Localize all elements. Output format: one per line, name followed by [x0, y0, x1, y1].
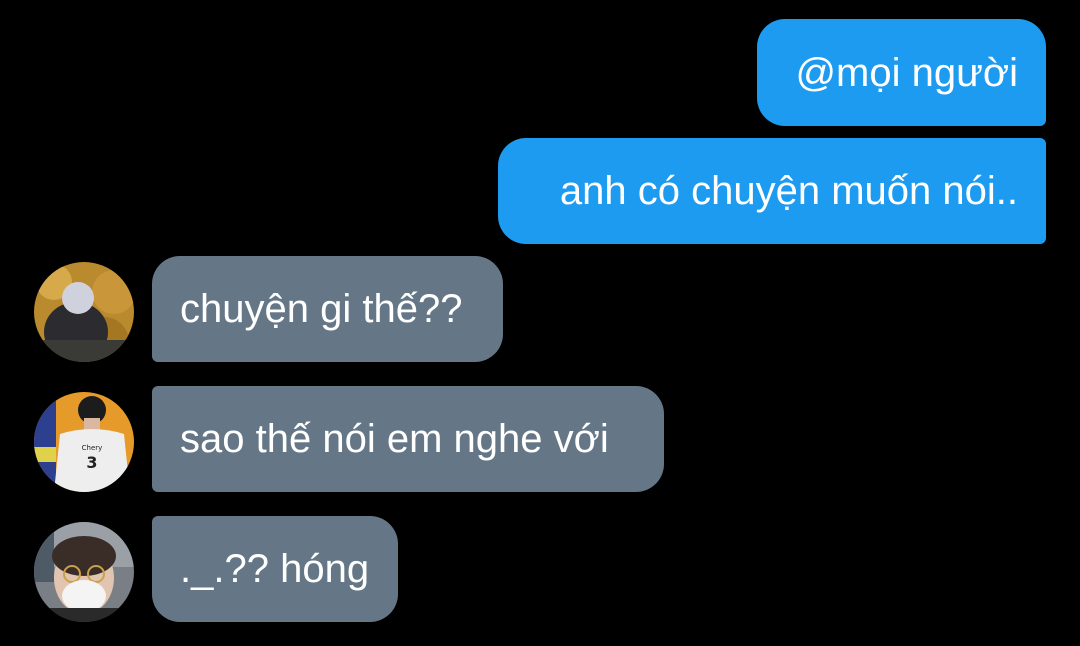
message-bubble-incoming[interactable]: ._.?? hóng: [152, 516, 398, 622]
message-text: anh có chuyện muốn nói..: [559, 169, 1018, 213]
avatar-jersey-back-icon: Chery 3: [34, 392, 134, 492]
message-text: sao thế nói em nghe với: [180, 417, 609, 461]
message-text: @mọi người: [795, 50, 1018, 95]
message-bubble-outgoing[interactable]: @mọi người: [757, 19, 1046, 126]
jersey-name-text: Chery: [82, 444, 103, 452]
avatar[interactable]: Chery 3: [34, 392, 134, 492]
avatar[interactable]: [34, 262, 134, 362]
avatar[interactable]: [34, 522, 134, 622]
jersey-number-text: 3: [86, 453, 97, 472]
message-text: ._.?? hóng: [180, 547, 370, 591]
avatar-masked-person-icon: [34, 522, 134, 622]
message-text: chuyện gi thế??: [180, 287, 463, 331]
message-bubble-incoming[interactable]: sao thế nói em nghe với: [152, 386, 664, 492]
message-bubble-outgoing[interactable]: anh có chuyện muốn nói..: [498, 138, 1046, 244]
avatar-hooded-person-icon: [34, 262, 134, 362]
message-bubble-incoming[interactable]: chuyện gi thế??: [152, 256, 503, 362]
